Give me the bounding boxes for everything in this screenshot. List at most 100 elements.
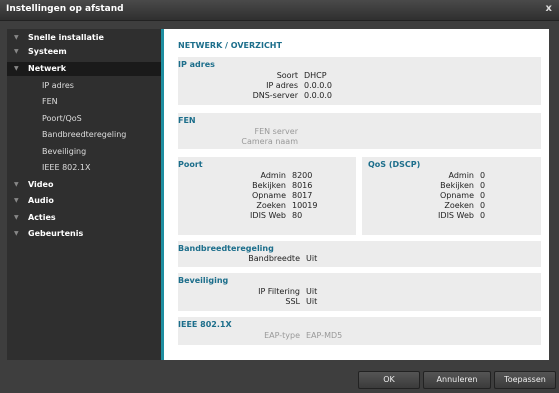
info-row: Zoeken — [178, 201, 286, 211]
collapse-arrow-icon[interactable]: ▼ — [14, 62, 19, 76]
info-key: IDIS Web — [250, 211, 286, 220]
info-key: Bandbreedte — [248, 254, 300, 263]
info-key: EAP-type — [264, 331, 300, 340]
section-ip-adres: IP adres Soort DHCP IP adres 0.0.0.0 DNS… — [178, 57, 541, 105]
sidebar-item-label: Netwerk — [28, 64, 67, 73]
info-value: 8017 — [292, 191, 313, 200]
section-beveiliging: Beveiliging IP Filtering Uit SSL Uit — [178, 273, 541, 311]
section-heading: FEN — [178, 116, 196, 125]
page-title: NETWERK / OVERZICHT — [178, 41, 282, 50]
info-row: DNS-server — [178, 91, 298, 101]
info-row: 8017 — [286, 191, 346, 201]
info-value: 0 — [480, 211, 486, 220]
info-row: IDIS Web — [362, 211, 474, 221]
info-value: 10019 — [292, 201, 318, 210]
info-row: Zoeken — [362, 201, 474, 211]
info-row: 80 — [286, 211, 346, 221]
section-fen: FEN FEN server Camera naam — [178, 113, 541, 149]
info-row: EAP-type — [178, 331, 300, 341]
sidebar-item-label: IEEE 802.1X — [42, 163, 91, 172]
ok-button[interactable]: OK — [358, 371, 420, 389]
section-heading: Bandbreedteregeling — [178, 244, 274, 253]
info-key: Zoeken — [444, 201, 474, 210]
info-row: FEN server — [178, 127, 298, 137]
info-row: 0 — [474, 201, 514, 211]
info-row: Uit — [300, 254, 360, 264]
settings-window: Instellingen op afstand x ▼ Snelle insta… — [0, 0, 559, 393]
info-row: Soort — [178, 71, 298, 81]
info-row: Bandbreedte — [178, 254, 300, 264]
info-row: 0.0.0.0 — [298, 81, 398, 91]
info-key: Admin — [448, 171, 475, 180]
info-key: Zoeken — [256, 201, 286, 210]
info-value: 0 — [480, 201, 486, 210]
sidebar-item-label: Beveiliging — [42, 147, 87, 156]
info-key: Admin — [260, 171, 287, 180]
info-value: 0.0.0.0 — [304, 91, 332, 100]
sidebar-item-label: IP adres — [42, 81, 74, 90]
info-key: Camera naam — [241, 137, 298, 146]
info-row: 10019 — [286, 201, 346, 211]
info-row: SSL — [178, 297, 300, 307]
info-value: 0.0.0.0 — [304, 81, 332, 90]
info-value: DHCP — [304, 71, 327, 80]
info-value: Uit — [306, 297, 318, 306]
expand-arrow-icon[interactable]: ▼ — [14, 31, 19, 45]
info-row: Uit — [300, 287, 360, 297]
info-row: DHCP — [298, 71, 398, 81]
info-key: IP Filtering — [258, 287, 300, 296]
expand-arrow-icon[interactable]: ▼ — [14, 227, 19, 241]
overview-panel: NETWERK / OVERZICHT IP adres Soort DHCP … — [164, 29, 549, 360]
info-row: IDIS Web — [178, 211, 286, 221]
title-bar[interactable]: Instellingen op afstand x — [0, 0, 559, 21]
info-key: SSL — [285, 297, 300, 306]
section-heading: QoS (DSCP) — [368, 160, 421, 169]
info-key: Opname — [251, 191, 286, 200]
info-row: Bekijken — [362, 181, 474, 191]
info-key: IDIS Web — [438, 211, 474, 220]
info-key: FEN server — [254, 127, 298, 136]
section-ieee-8021x: IEEE 802.1X EAP-type EAP-MD5 — [178, 317, 541, 345]
sidebar-item-label: Acties — [28, 213, 56, 222]
info-row: 0 — [474, 171, 514, 181]
expand-arrow-icon[interactable]: ▼ — [14, 45, 19, 59]
apply-button[interactable]: Toepassen — [494, 371, 556, 389]
cancel-button[interactable]: Annuleren — [423, 371, 491, 389]
info-key: Bekijken — [440, 181, 474, 190]
info-row: 8200 — [286, 171, 346, 181]
info-row: EAP-MD5 — [300, 331, 380, 341]
info-row: Uit — [300, 297, 360, 307]
info-row: IP adres — [178, 81, 298, 91]
section-heading: IP adres — [178, 60, 215, 69]
expand-arrow-icon[interactable]: ▼ — [14, 211, 19, 225]
sidebar-item-label: Video — [28, 180, 54, 189]
sidebar-item-label: FEN — [42, 97, 58, 106]
sidebar-item-netwerk[interactable]: ▼ Netwerk — [7, 62, 161, 76]
info-key: Opname — [439, 191, 474, 200]
info-row: IP Filtering — [178, 287, 300, 297]
info-row: 8016 — [286, 181, 346, 191]
info-value: 0 — [480, 191, 486, 200]
info-row: Opname — [362, 191, 474, 201]
section-qos: QoS (DSCP) Admin 0 Bekijken 0 Opname 0 Z… — [362, 157, 541, 235]
info-value: Uit — [306, 254, 318, 263]
info-row: 0.0.0.0 — [298, 91, 398, 101]
sidebar-item-label: Audio — [28, 196, 54, 205]
sidebar-item-label: Gebeurtenis — [28, 229, 84, 238]
info-value: 8016 — [292, 181, 313, 190]
section-poort: Poort Admin 8200 Bekijken 8016 Opname 80… — [178, 157, 356, 235]
info-key: Soort — [276, 71, 298, 80]
close-icon[interactable]: x — [546, 3, 552, 14]
info-row: Admin — [178, 171, 287, 181]
info-value: EAP-MD5 — [306, 331, 343, 340]
sidebar-nav: ▼ Snelle installatie ▼ Systeem ▼ Netwerk… — [7, 29, 164, 360]
section-heading: IEEE 802.1X — [178, 320, 232, 329]
info-row: 0 — [474, 211, 514, 221]
expand-arrow-icon[interactable]: ▼ — [14, 178, 19, 192]
info-key: IP adres — [266, 81, 298, 90]
sidebar-item-label: Systeem — [28, 47, 67, 56]
info-value: 0 — [480, 171, 486, 180]
expand-arrow-icon[interactable]: ▼ — [14, 194, 19, 208]
sidebar-item-label: Snelle installatie — [28, 33, 104, 42]
section-heading: Poort — [178, 160, 203, 169]
